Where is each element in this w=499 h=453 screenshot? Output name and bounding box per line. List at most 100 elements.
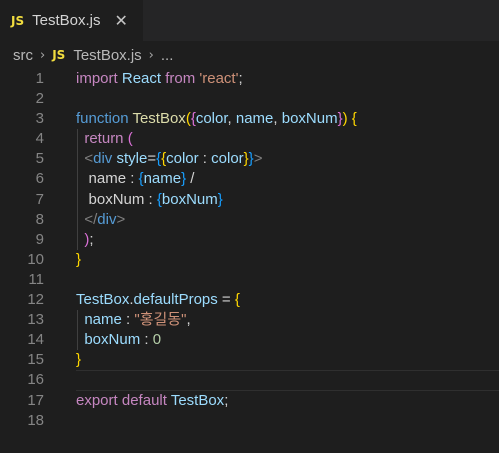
code-token: { [234,291,240,309]
code-token: TestBox [132,110,186,128]
code-token: </ [84,210,98,228]
code-token: ; [238,70,243,87]
code-token: > [116,210,126,228]
code-line[interactable]: 16 [0,370,499,391]
code-line[interactable]: 9 ); [0,229,499,250]
code-token: default [121,391,167,409]
code-token: color [166,150,199,168]
line-number: 15 [27,351,44,369]
code-token: import [76,70,118,87]
code-text: ); [76,230,94,250]
code-line[interactable]: 12 TestBox.defaultProps = { [0,290,499,310]
chevron-right-icon: › [148,47,154,63]
code-token: div [93,150,113,168]
code-line[interactable]: 2 [0,89,499,109]
code-text: </div> [76,210,125,230]
code-text: name : "홍길동", [76,310,190,330]
breadcrumb-file[interactable]: TestBox.js [73,47,141,64]
editor-tab-bar: JS TestBox.js ✕ [0,0,499,41]
chevron-right-icon: › [40,47,46,63]
code-line[interactable]: 13 name : "홍길동", [0,310,499,331]
code-text: return ( [76,129,133,149]
code-line[interactable]: 4 return ( [0,129,499,150]
code-token: div [97,210,117,228]
code-line[interactable]: 10} [0,250,499,270]
code-token: return [84,130,124,148]
tab-title: TestBox.js [32,12,101,29]
code-token: name [235,110,274,128]
code-line[interactable]: 6 name : {name} / [0,169,499,190]
code-token: ( [127,130,133,148]
code-text: boxNum : 0 [76,330,161,350]
javascript-file-icon: JS [11,13,25,28]
code-line[interactable]: 14 boxNum : 0 [0,330,499,351]
code-line[interactable]: 1 import React from 'react'; [0,69,499,89]
line-number: 18 [27,411,44,429]
code-token: color [195,110,228,128]
code-token: 0 [152,331,162,349]
code-line[interactable]: 7 boxNum : {boxNum} [0,189,499,210]
code-token: TestBox [76,291,130,309]
line-number: 3 [35,110,44,128]
code-line[interactable]: 15} [0,350,499,370]
line-number: 7 [35,190,44,208]
line-number: 14 [27,331,44,349]
code-token: boxNum [84,331,141,349]
line-number: 4 [35,130,44,148]
code-token: = [217,291,235,309]
code-token: name [84,311,122,329]
line-number: 17 [27,391,44,409]
code-token: 'react' [199,70,239,87]
line-number: 9 [35,230,44,248]
code-line[interactable]: 18 [0,411,499,431]
code-token: = [147,150,157,168]
code-token: < [84,150,94,168]
code-line[interactable]: 5 <div style={{color : color}}> [0,149,499,170]
code-text: name : {name} / [76,169,195,189]
code-line[interactable]: 17 export default TestBox; [0,391,499,411]
code-token: } [76,250,82,268]
code-token: } [217,190,223,208]
line-number: 8 [35,210,44,228]
code-line[interactable]: 3 function TestBox({color, name, boxNum})… [0,109,499,129]
code-token: name [143,170,182,188]
code-editor[interactable]: 1 import React from 'react'; 2 3 function Te… [0,69,499,453]
breadcrumb-symbols[interactable]: ... [161,47,174,64]
code-token: boxNum [161,190,218,208]
line-number: 10 [27,250,44,268]
tab-testbox-js[interactable]: JS TestBox.js ✕ [0,0,143,41]
code-line[interactable]: 8 </div> [0,209,499,230]
code-text: <div style={{color : color}}> [76,149,262,169]
code-line[interactable]: 11 [0,270,499,290]
code-token: defaultProps [133,291,218,309]
code-token: ; [89,230,94,248]
close-icon[interactable]: ✕ [114,12,127,29]
line-number: 1 [35,70,44,87]
code-token: { [351,110,357,128]
code-token: boxNum : [88,190,157,208]
breadcrumb-folder-src[interactable]: src [13,47,33,64]
code-token: from [165,70,196,87]
code-token: name : [88,170,139,188]
code-text: import React from 'react'; [76,69,243,89]
line-number: 6 [35,170,44,188]
line-number: 5 [35,150,44,168]
line-number: 12 [27,291,44,309]
code-token: export [76,391,118,409]
code-token: style [116,150,148,168]
javascript-file-icon: JS [52,48,66,62]
code-token: boxNum [281,110,338,128]
code-text: function TestBox({color, name, boxNum}) … [76,109,357,129]
code-token: } [76,351,82,369]
code-token: : [121,311,135,329]
breadcrumb: src › JS TestBox.js › ... [0,41,499,69]
code-text: } [76,350,81,370]
line-number: 16 [27,371,44,389]
code-token: > [253,150,263,168]
code-token: TestBox [170,391,225,409]
code-text: export default TestBox; [76,391,228,411]
code-token: ; [224,391,229,409]
line-number: 11 [28,270,44,288]
